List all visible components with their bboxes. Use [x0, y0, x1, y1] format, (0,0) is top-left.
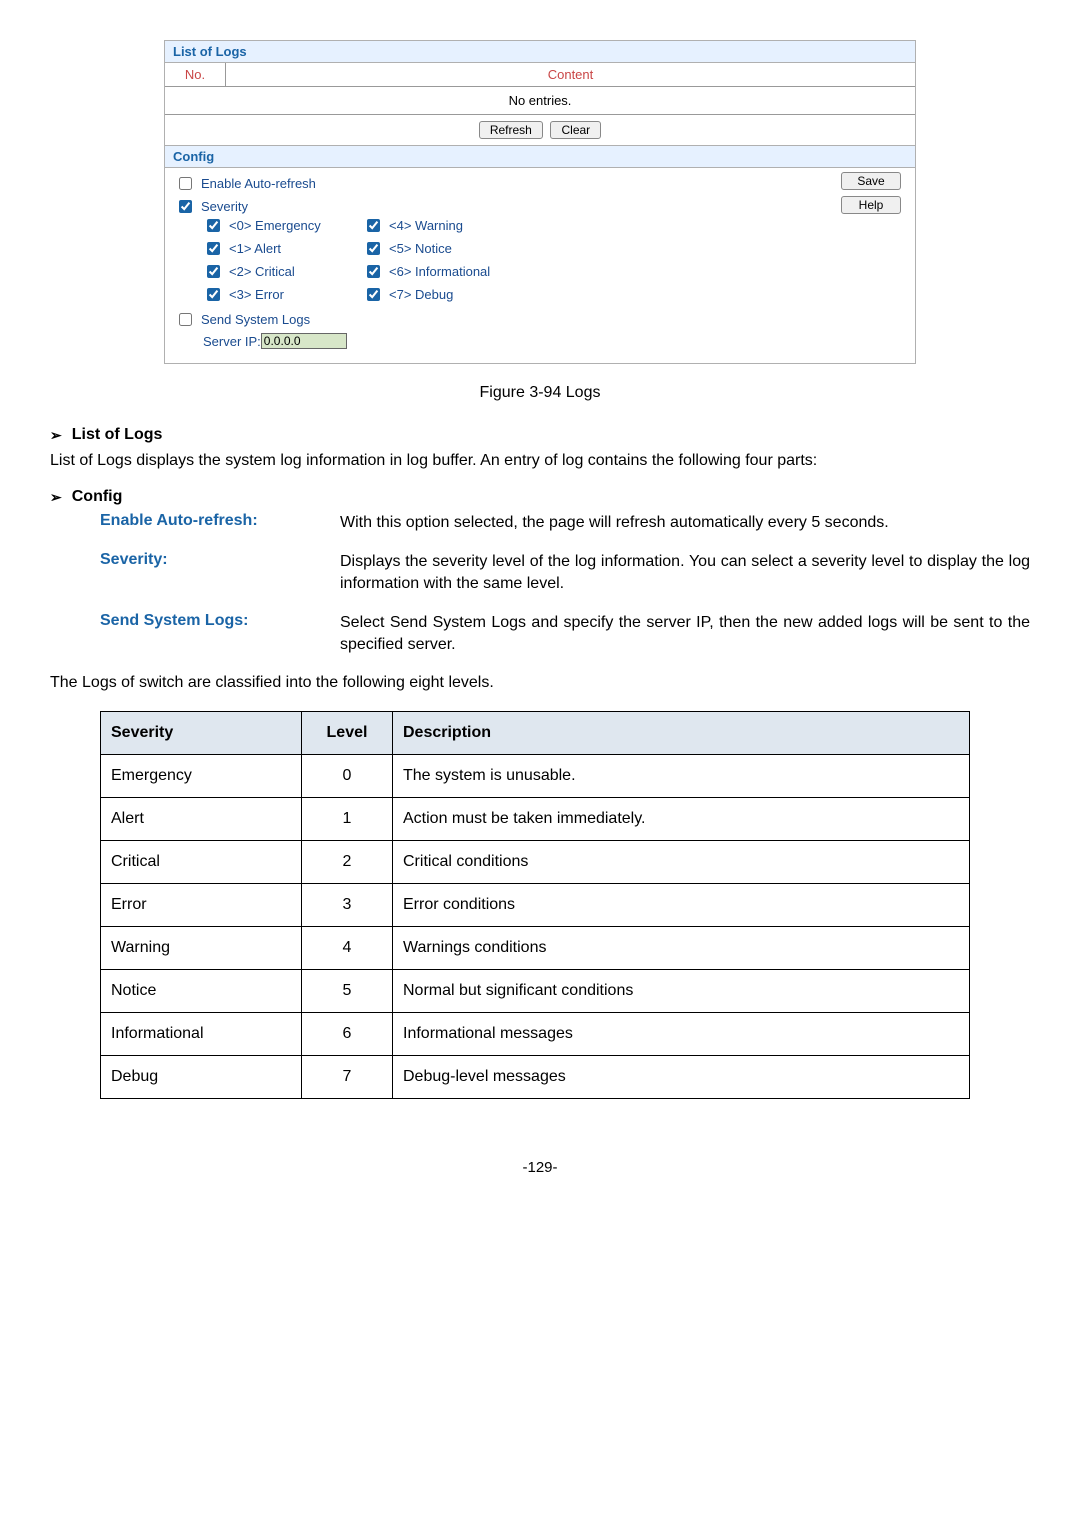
cell-level: 6: [302, 1012, 393, 1055]
cell-description: Action must be taken immediately.: [393, 797, 970, 840]
table-row: Warning4Warnings conditions: [101, 926, 970, 969]
enable-auto-refresh-checkbox[interactable]: [179, 177, 192, 190]
cell-description: Error conditions: [393, 883, 970, 926]
config-heading: ➢ Config: [50, 488, 1030, 506]
cell-description: Debug-level messages: [393, 1055, 970, 1098]
server-ip-input[interactable]: [261, 333, 347, 349]
config-header: Config: [165, 145, 915, 168]
severity-grid: <0> Emergency <4> Warning <1> Alert <5> …: [203, 216, 905, 304]
table-row: Alert1Action must be taken immediately.: [101, 797, 970, 840]
config-body: Save Help Enable Auto-refresh Severity <…: [165, 168, 915, 363]
list-heading-text: List of Logs: [72, 426, 163, 444]
col-no: No.: [165, 63, 226, 87]
sev-5-checkbox[interactable]: [367, 242, 380, 255]
cell-level: 2: [302, 840, 393, 883]
help-button[interactable]: Help: [841, 196, 901, 214]
server-ip-label: Server IP:: [203, 334, 261, 349]
sev-2-label: <2> Critical: [229, 264, 295, 279]
cell-severity: Alert: [101, 797, 302, 840]
cell-level: 0: [302, 754, 393, 797]
sev-2-checkbox[interactable]: [207, 265, 220, 278]
cell-level: 3: [302, 883, 393, 926]
table-row: Critical2Critical conditions: [101, 840, 970, 883]
sev-4-label: <4> Warning: [389, 218, 463, 233]
send-syslogs-label: Send System Logs: [201, 312, 310, 327]
desc-sev: Displays the severity level of the log i…: [340, 551, 1030, 596]
cell-level: 5: [302, 969, 393, 1012]
triangle-icon: ➢: [50, 427, 62, 444]
sev-6-label: <6> Informational: [389, 264, 490, 279]
list-paragraph: List of Logs displays the system log inf…: [50, 450, 1030, 472]
config-heading-text: Config: [72, 488, 123, 506]
no-entries: No entries.: [165, 87, 915, 115]
cell-level: 1: [302, 797, 393, 840]
table-row: Informational6Informational messages: [101, 1012, 970, 1055]
sev-7-label: <7> Debug: [389, 287, 453, 302]
send-syslogs-checkbox[interactable]: [179, 313, 192, 326]
sev-6-checkbox[interactable]: [367, 265, 380, 278]
cell-description: Normal but significant conditions: [393, 969, 970, 1012]
severity-label: Severity: [201, 199, 248, 214]
th-description: Description: [393, 711, 970, 754]
side-buttons: Save Help: [839, 172, 903, 214]
sev-0-label: <0> Emergency: [229, 218, 321, 233]
sev-1-checkbox[interactable]: [207, 242, 220, 255]
cell-description: Warnings conditions: [393, 926, 970, 969]
cell-severity: Error: [101, 883, 302, 926]
sev-4-checkbox[interactable]: [367, 219, 380, 232]
cell-level: 4: [302, 926, 393, 969]
table-row: Error3Error conditions: [101, 883, 970, 926]
sev-7-checkbox[interactable]: [367, 288, 380, 301]
table-row: Notice5Normal but significant conditions: [101, 969, 970, 1012]
cell-severity: Debug: [101, 1055, 302, 1098]
cell-severity: Notice: [101, 969, 302, 1012]
severity-table: Severity Level Description Emergency0The…: [100, 711, 970, 1099]
cell-severity: Warning: [101, 926, 302, 969]
sev-1-label: <1> Alert: [229, 241, 281, 256]
sev-5-label: <5> Notice: [389, 241, 452, 256]
levels-paragraph: The Logs of switch are classified into t…: [50, 672, 1030, 694]
log-table: No. Content No entries.: [165, 63, 915, 115]
table-row: Emergency0The system is unusable.: [101, 754, 970, 797]
cell-level: 7: [302, 1055, 393, 1098]
cell-severity: Emergency: [101, 754, 302, 797]
cell-description: The system is unusable.: [393, 754, 970, 797]
sev-0-checkbox[interactable]: [207, 219, 220, 232]
triangle-icon: ➢: [50, 489, 62, 506]
sev-3-checkbox[interactable]: [207, 288, 220, 301]
desc-auto: With this option selected, the page will…: [340, 512, 1030, 534]
logs-panel: List of Logs No. Content No entries. Ref…: [164, 40, 916, 364]
severity-checkbox[interactable]: [179, 200, 192, 213]
page-number: -129-: [50, 1159, 1030, 1176]
th-level: Level: [302, 711, 393, 754]
term-auto: Enable Auto-refresh:: [100, 512, 340, 534]
enable-auto-refresh-label: Enable Auto-refresh: [201, 176, 316, 191]
th-severity: Severity: [101, 711, 302, 754]
clear-button[interactable]: Clear: [550, 121, 601, 139]
cell-severity: Critical: [101, 840, 302, 883]
col-content: Content: [226, 63, 916, 87]
list-of-logs-heading: ➢ List of Logs: [50, 426, 1030, 444]
save-button[interactable]: Save: [841, 172, 901, 190]
definition-list: Enable Auto-refresh: With this option se…: [100, 512, 1030, 656]
sev-3-label: <3> Error: [229, 287, 284, 302]
desc-send: Select Send System Logs and specify the …: [340, 612, 1030, 657]
cell-severity: Informational: [101, 1012, 302, 1055]
cell-description: Informational messages: [393, 1012, 970, 1055]
term-send: Send System Logs:: [100, 612, 340, 657]
figure-caption: Figure 3-94 Logs: [50, 384, 1030, 402]
table-row: Debug7Debug-level messages: [101, 1055, 970, 1098]
term-sev: Severity:: [100, 551, 340, 596]
cell-description: Critical conditions: [393, 840, 970, 883]
button-row: Refresh Clear: [165, 115, 915, 145]
refresh-button[interactable]: Refresh: [479, 121, 543, 139]
list-of-logs-header: List of Logs: [165, 41, 915, 63]
